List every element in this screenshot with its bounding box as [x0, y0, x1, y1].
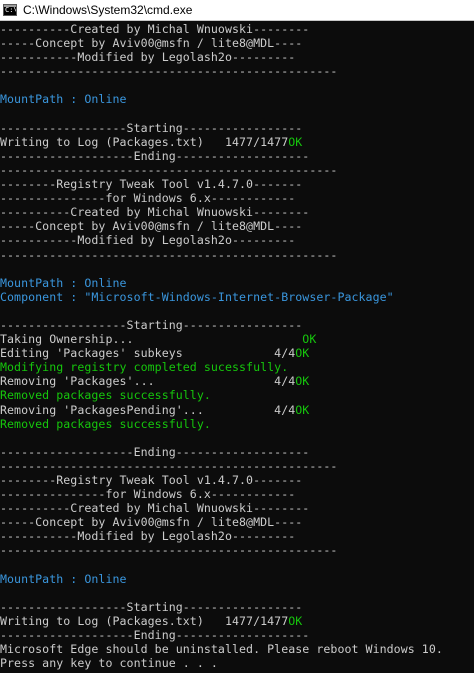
console-icon: C:\ — [3, 4, 17, 16]
console-line: -------------------Ending---------------… — [0, 149, 474, 163]
console-line-text: Removing 'PackagesPending'... 4/4 — [0, 402, 296, 417]
console-line: ----------Created by Michal Wnuowski----… — [0, 22, 474, 36]
console-line: Microsoft Edge should be uninstalled. Pl… — [0, 642, 474, 656]
console-line: Press any key to continue . . . — [0, 656, 474, 670]
console-line: ----------------------------------------… — [0, 64, 474, 78]
console-line-text: --------Registry Tweak Tool v1.4.7.0----… — [0, 473, 303, 487]
console-line-text: -------------------Ending---------------… — [0, 628, 310, 643]
console-line-text: -------------------Ending---------------… — [0, 148, 310, 163]
console-line: Writing to Log (Packages.txt) 1477/1477O… — [0, 614, 474, 628]
console-line-text: Taking Ownership... — [0, 332, 303, 347]
console-line: ----------------------------------------… — [0, 459, 474, 473]
console-line-text: ----------------------------------------… — [0, 543, 338, 558]
console-line: -----------Modified by Legolash2o-------… — [0, 50, 474, 64]
console-line-text: -----------Modified by Legolash2o-------… — [0, 529, 296, 544]
console-line: Removed packages successfully. — [0, 417, 474, 431]
console-line-text: ----------------------------------------… — [0, 64, 338, 79]
console-line-text: Modifying registry completed sucessfully… — [0, 360, 289, 375]
console-line: ---------------for Windows 6.x----------… — [0, 487, 474, 501]
console-line-text: Press any key to continue . . . — [0, 656, 218, 671]
console-line-text: ---------------for Windows 6.x----------… — [0, 487, 296, 502]
console-line-text: MountPath : Online — [0, 92, 127, 107]
console-line-text: Component : "Microsoft-Windows-Internet-… — [0, 289, 394, 304]
console-line-text: ----------------------------------------… — [0, 458, 338, 473]
console-output[interactable]: ----------Created by Michal Wnuowski----… — [0, 22, 474, 673]
window-title: C:\Windows\System32\cmd.exe — [23, 3, 193, 17]
console-line-text: ---------------for Windows 6.x----------… — [0, 191, 296, 206]
status-ok: OK — [295, 402, 310, 417]
console-line-text: ------------------Starting--------------… — [0, 317, 303, 332]
console-line: -------------------Ending---------------… — [0, 628, 474, 642]
status-ok: OK — [295, 346, 310, 361]
console-line-text: ----------Created by Michal Wnuowski----… — [0, 205, 310, 220]
console-line-text: ----------Created by Michal Wnuowski----… — [0, 501, 310, 516]
console-line: -----Concept by Aviv00@msfn / lite8@MDL-… — [0, 36, 474, 50]
console-line: ----------Created by Michal Wnuowski----… — [0, 501, 474, 515]
console-line-text: -----Concept by Aviv00@msfn / lite8@MDL-… — [0, 36, 303, 51]
console-line-text: ----------------------------------------… — [0, 247, 338, 262]
console-line: ------------------Starting--------------… — [0, 121, 474, 135]
console-line: -----Concept by Aviv00@msfn / lite8@MDL-… — [0, 515, 474, 529]
console-line: Modifying registry completed sucessfully… — [0, 360, 474, 374]
console-line-text: Writing to Log (Packages.txt) 1477/1477 — [0, 134, 289, 149]
console-line-text: Removed packages successfully. — [0, 388, 211, 403]
console-line-text: MountPath : Online — [0, 275, 127, 290]
window-titlebar[interactable]: C:\ C:\Windows\System32\cmd.exe — [0, 0, 474, 21]
console-line-text: ----------------------------------------… — [0, 162, 338, 177]
console-line-text: ----------Created by Michal Wnuowski----… — [0, 22, 310, 36]
console-line-text: Removing 'Packages'... 4/4 — [0, 374, 296, 389]
console-line: ----------Created by Michal Wnuowski----… — [0, 205, 474, 219]
console-line-text: -----------Modified by Legolash2o-------… — [0, 233, 296, 248]
console-line: ---------------for Windows 6.x----------… — [0, 191, 474, 205]
status-ok: OK — [288, 134, 303, 149]
console-line-text: Editing 'Packages' subkeys 4/4 — [0, 346, 296, 361]
status-ok: OK — [302, 332, 317, 347]
console-line-text: -----Concept by Aviv00@msfn / lite8@MDL-… — [0, 219, 303, 234]
console-line-text: -----------Modified by Legolash2o-------… — [0, 50, 296, 65]
console-line: Component : "Microsoft-Windows-Internet-… — [0, 290, 474, 304]
console-line: Removing 'Packages'... 4/4OK — [0, 374, 474, 388]
console-line: --------Registry Tweak Tool v1.4.7.0----… — [0, 473, 474, 487]
console-line-text: ------------------Starting--------------… — [0, 120, 303, 135]
console-line: ----------------------------------------… — [0, 543, 474, 557]
console-line-text: --------Registry Tweak Tool v1.4.7.0----… — [0, 177, 303, 192]
status-ok: OK — [288, 613, 303, 628]
console-line: Taking Ownership... OK — [0, 332, 474, 346]
console-line-text: -------------------Ending---------------… — [0, 444, 310, 459]
status-ok: OK — [295, 374, 310, 389]
console-line: ----------------------------------------… — [0, 163, 474, 177]
console-line: Writing to Log (Packages.txt) 1477/1477O… — [0, 135, 474, 149]
console-line: Removing 'PackagesPending'... 4/4OK — [0, 403, 474, 417]
console-line: --------Registry Tweak Tool v1.4.7.0----… — [0, 177, 474, 191]
console-line: -----------Modified by Legolash2o-------… — [0, 529, 474, 543]
console-line: MountPath : Online — [0, 276, 474, 290]
console-line-text: MountPath : Online — [0, 571, 127, 586]
console-line: Removed packages successfully. — [0, 388, 474, 402]
console-line: MountPath : Online — [0, 572, 474, 586]
console-line: -----Concept by Aviv00@msfn / lite8@MDL-… — [0, 219, 474, 233]
console-line-text: Microsoft Edge should be uninstalled. Pl… — [0, 642, 443, 657]
console-line: ------------------Starting--------------… — [0, 600, 474, 614]
console-line-text: Writing to Log (Packages.txt) 1477/1477 — [0, 613, 289, 628]
console-line: -----------Modified by Legolash2o-------… — [0, 233, 474, 247]
console-line-text: -----Concept by Aviv00@msfn / lite8@MDL-… — [0, 515, 303, 530]
console-line: ----------------------------------------… — [0, 248, 474, 262]
console-line: -------------------Ending---------------… — [0, 445, 474, 459]
console-line: Editing 'Packages' subkeys 4/4OK — [0, 346, 474, 360]
console-line: MountPath : Online — [0, 92, 474, 106]
console-line: ------------------Starting--------------… — [0, 318, 474, 332]
console-line-text: ------------------Starting--------------… — [0, 599, 303, 614]
console-line-text: Removed packages successfully. — [0, 416, 211, 431]
